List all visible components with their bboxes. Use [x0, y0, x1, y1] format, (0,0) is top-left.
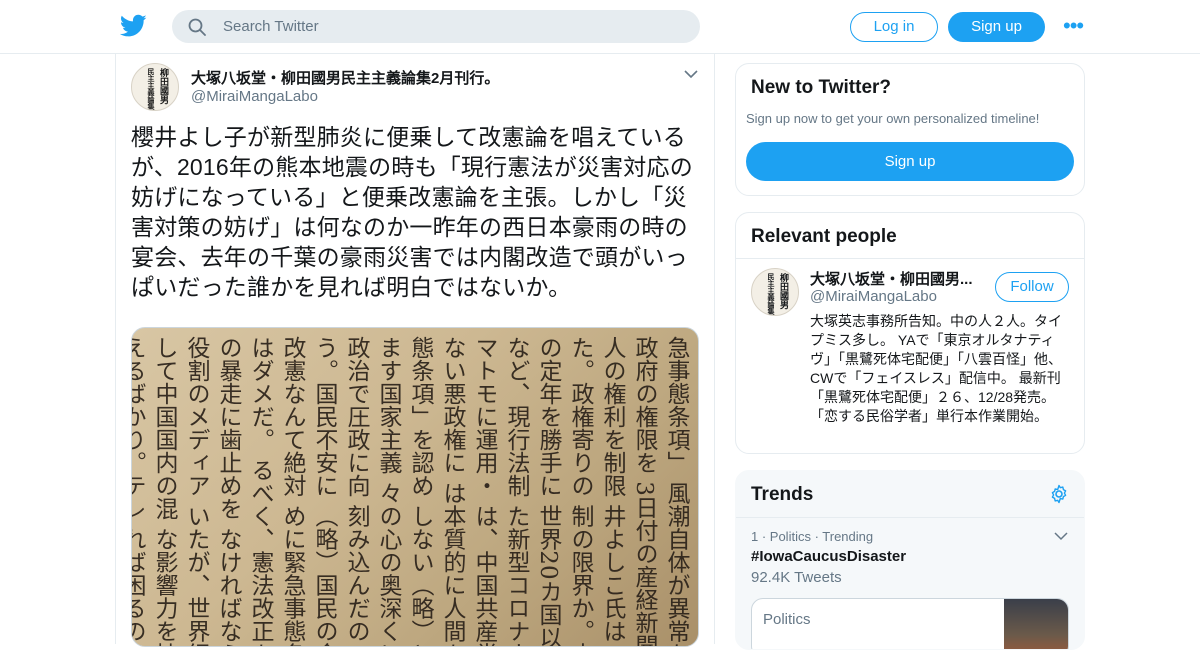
- card-title: Trends: [751, 484, 814, 505]
- divider: [736, 517, 1084, 518]
- tweet-text: 櫻井よし子が新型肺炎に便乗して改憲論を唱えているが、2016年の熊本地震の時も「…: [131, 124, 693, 300]
- photo-text-column: など、現行法制 た新型コロナウイル: [503, 336, 529, 647]
- card-title: Relevant people: [751, 226, 897, 247]
- trends-card: Trends 1 · Politics · Trending #IowaCauc…: [735, 470, 1085, 650]
- avatar[interactable]: 柳田國男 民主主義論集: [131, 63, 179, 111]
- signup-button-large[interactable]: Sign up: [746, 142, 1074, 181]
- avatar[interactable]: 柳田國男 民主主義論集: [751, 268, 799, 316]
- photo-text-column: はダメだ。 るべく、憲法改正を急: [247, 336, 273, 647]
- avatar-text-line: 民主主義論集: [147, 68, 156, 110]
- photo-text-column: 政府の権限を 3日付の産経新聞で: [631, 336, 657, 647]
- photo-text-column: マトモに運用・ は、中国共産党一党支: [471, 336, 497, 647]
- card-title: New to Twitter?: [751, 77, 892, 98]
- avatar-text-line: 民主主義論集: [767, 273, 776, 315]
- card-subtitle: Sign up now to get your own personalized…: [746, 111, 1040, 126]
- tweet-photo[interactable]: 急事態条項」 風潮自体が異常なのだ。 政府の権限を 3日付の産経新聞で 人の権利を制…: [131, 327, 699, 647]
- trend-hashtag[interactable]: #IowaCaucusDisaster: [751, 548, 906, 565]
- photo-text-column: 政治で圧政に向 刻み込んだのではない: [343, 336, 369, 647]
- photo-text-columns: 急事態条項」 風潮自体が異常なのだ。 政府の権限を 3日付の産経新聞で 人の権利を制…: [131, 328, 698, 647]
- avatar-text-line: 柳田國男: [778, 273, 788, 309]
- photo-text-column: えるばかり。テレ れば困るのは日本だ。: [131, 336, 145, 646]
- author-handle[interactable]: @MiraiMangaLabo: [191, 88, 318, 105]
- divider: [736, 258, 1084, 259]
- relevant-people-card: Relevant people 柳田國男 民主主義論集 大塚八坂堂・柳田國男..…: [735, 212, 1085, 454]
- person-handle[interactable]: @MiraiMangaLabo: [810, 288, 937, 305]
- chevron-down-icon[interactable]: [1054, 531, 1068, 541]
- twitter-bird-icon[interactable]: [120, 14, 147, 38]
- avatar-text-line: 柳田國男: [158, 68, 168, 104]
- search-placeholder: Search Twitter: [223, 18, 319, 35]
- top-navigation-bar: Search Twitter Log in Sign up •••: [0, 0, 1200, 54]
- login-button[interactable]: Log in: [850, 12, 938, 42]
- photo-text-column: 急事態条項」 風潮自体が異常なのだ。: [663, 336, 689, 647]
- search-input[interactable]: Search Twitter: [172, 10, 700, 43]
- photo-text-column: ます国家主義 々の心の奥深くに改め: [375, 336, 401, 647]
- author-name[interactable]: 大塚八坂堂・柳田國男民主主義論集2月刊行。: [191, 67, 499, 88]
- photo-text-column: して中国国内の混 な影響力を持つ中国が: [151, 336, 177, 647]
- tweet-detail: 柳田國男 民主主義論集 大塚八坂堂・柳田國男民主主義論集2月刊行。 @Mirai…: [115, 54, 715, 647]
- photo-text-column: う。国民不安に （略）国民の命を守る: [311, 336, 337, 647]
- chevron-down-icon[interactable]: [683, 68, 699, 80]
- photo-text-column: 役割のメディア いたが、世界経済に大: [183, 336, 209, 647]
- photo-text-column: ない悪政権に は本質的に人間を幸せ: [439, 336, 465, 647]
- trend-meta: 1 · Politics · Trending: [751, 529, 874, 544]
- follow-button[interactable]: Follow: [995, 272, 1069, 302]
- trend-tweet-count: 92.4K Tweets: [751, 569, 842, 586]
- signup-button[interactable]: Sign up: [948, 12, 1045, 42]
- search-icon: [188, 18, 206, 36]
- more-icon[interactable]: •••: [1063, 15, 1087, 37]
- photo-text-column: 人の権利を制限 井よしこ氏は〈習近平: [599, 336, 625, 647]
- photo-text-column: 改憲なんて絶対 めに緊急事態条項を: [279, 336, 305, 647]
- person-bio: 大塚英志事務所告知。中の人２人。タイプミス多し。 YAで「東京オルタナティヴ」「…: [810, 313, 1062, 424]
- trend-card-thumbnail: [1004, 599, 1068, 649]
- trend-card-category: Politics: [763, 611, 811, 628]
- photo-text-column: た。政権寄りの 制の限界か。中国全土: [567, 336, 593, 647]
- new-to-twitter-card: New to Twitter? Sign up now to get your …: [735, 63, 1085, 196]
- gear-icon[interactable]: [1049, 484, 1069, 504]
- photo-text-column: の定年を勝手に 世界20カ国以上に拡散: [535, 336, 561, 647]
- person-name[interactable]: 大塚八坂堂・柳田國男...: [810, 268, 980, 289]
- photo-text-column: 態条項」を認め しない（略）と世界の: [407, 336, 433, 647]
- photo-text-column: の暴走に歯止めを なければならない〉と: [215, 336, 241, 647]
- trend-news-card[interactable]: Politics: [751, 598, 1069, 649]
